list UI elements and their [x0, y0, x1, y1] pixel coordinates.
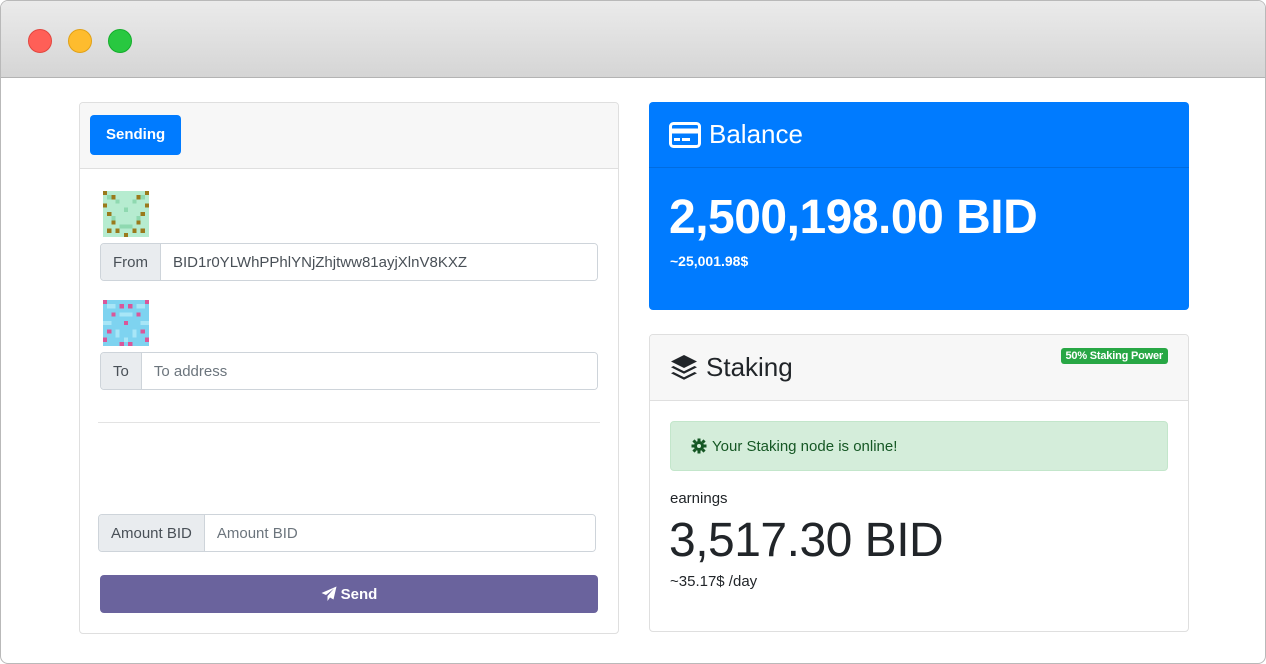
from-label: From [101, 244, 161, 280]
earnings-per-day: ~35.17$ /day [670, 573, 758, 590]
staking-card: Staking 50% Staking Power Your Staking n… [649, 334, 1189, 632]
to-address-field[interactable] [141, 353, 597, 389]
tab-sending[interactable]: Sending [90, 115, 182, 155]
layers-icon [671, 354, 697, 380]
to-label: To [101, 353, 142, 389]
staking-card-header: Staking 50% Staking Power [650, 335, 1188, 401]
browser-window: Sending From BID1r0YLWhPPhlYNjZhjtww81ay… [0, 0, 1266, 664]
paper-plane-icon [321, 586, 337, 601]
balance-card: Balance 2,500,198.00 BID ~25,001.98$ [649, 102, 1189, 310]
from-input-group: From [100, 243, 598, 281]
amount-field[interactable] [204, 515, 595, 551]
earnings-amount: 3,517.30 BID [669, 514, 944, 567]
balance-title: Balance [709, 119, 803, 149]
close-window-button[interactable] [28, 29, 52, 53]
staking-status-text: Your Staking node is online! [712, 437, 898, 455]
credit-card-icon [669, 121, 701, 148]
cog-icon [691, 438, 707, 454]
amount-label: Amount BID [99, 515, 205, 551]
sending-card-header: Sending [80, 103, 618, 169]
balance-usd-value: ~25,001.98$ [670, 253, 749, 269]
window-titlebar [1, 1, 1265, 78]
balance-amount: 2,500,198.00 BID [669, 191, 1038, 244]
from-address-field[interactable] [161, 244, 597, 280]
amount-input-group: Amount BID [98, 514, 596, 552]
staking-power-badge: 50% Staking Power [1060, 348, 1168, 364]
divider [98, 422, 600, 423]
balance-card-header: Balance [649, 102, 1189, 168]
send-button-label: Send [340, 585, 378, 603]
minimize-window-button[interactable] [68, 29, 92, 53]
earnings-label: earnings [670, 490, 728, 507]
to-input-group: To [100, 352, 598, 390]
from-identicon [103, 191, 149, 237]
to-identicon [103, 300, 149, 346]
staking-title: Staking [706, 352, 793, 382]
maximize-window-button[interactable] [108, 29, 132, 53]
send-button[interactable]: Send [100, 575, 598, 613]
staking-status-alert: Your Staking node is online! [670, 421, 1168, 471]
sending-card: Sending From BID1r0YLWhPPhlYNjZhjtww81ay… [79, 102, 619, 634]
